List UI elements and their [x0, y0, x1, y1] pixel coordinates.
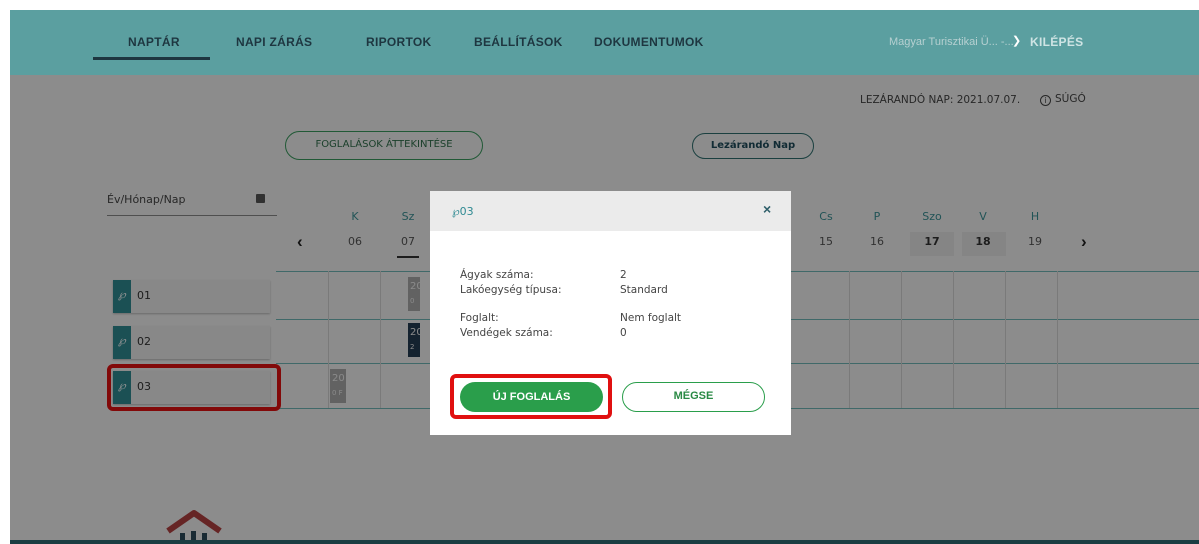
top-navigation: NAPTÁR NAPI ZÁRÁS RIPORTOK BEÁLLÍTÁSOK D…: [10, 10, 1199, 75]
app-frame: NAPTÁR NAPI ZÁRÁS RIPORTOK BEÁLLÍTÁSOK D…: [10, 10, 1199, 544]
unit-type-value: Standard: [620, 284, 668, 296]
nav-documents[interactable]: DOKUMENTUMOK: [594, 35, 704, 49]
modal-header: ℘03 ×: [430, 191, 791, 231]
booked-label: Foglalt:: [460, 312, 499, 324]
nav-reports[interactable]: RIPORTOK: [366, 35, 432, 49]
nav-calendar[interactable]: NAPTÁR: [128, 35, 180, 49]
chevron-down-icon[interactable]: ❯: [1012, 34, 1021, 47]
user-menu[interactable]: Magyar Turisztikai Ü... -...: [889, 36, 1014, 48]
nav-daily-closing[interactable]: NAPI ZÁRÁS: [236, 35, 312, 49]
modal-title-text: 03: [459, 205, 474, 218]
beds-value: 2: [620, 269, 627, 281]
room-details-modal: ℘03 × Ágyak száma: 2 Lakóegység típusa: …: [430, 191, 791, 435]
nav-active-indicator: [93, 57, 210, 60]
logout-button[interactable]: KILÉPÉS: [1030, 35, 1083, 49]
close-icon[interactable]: ×: [763, 201, 771, 217]
guests-value: 0: [620, 327, 627, 339]
booked-value: Nem foglalt: [620, 312, 682, 324]
modal-title: ℘03: [452, 205, 474, 218]
cancel-button[interactable]: MÉGSE: [622, 382, 765, 412]
guests-label: Vendégek száma:: [460, 327, 553, 339]
unit-type-label: Lakóegység típusa:: [460, 284, 562, 296]
new-booking-highlight: [450, 374, 612, 419]
nav-settings[interactable]: BEÁLLÍTÁSOK: [474, 35, 563, 49]
beds-label: Ágyak száma:: [460, 269, 534, 281]
